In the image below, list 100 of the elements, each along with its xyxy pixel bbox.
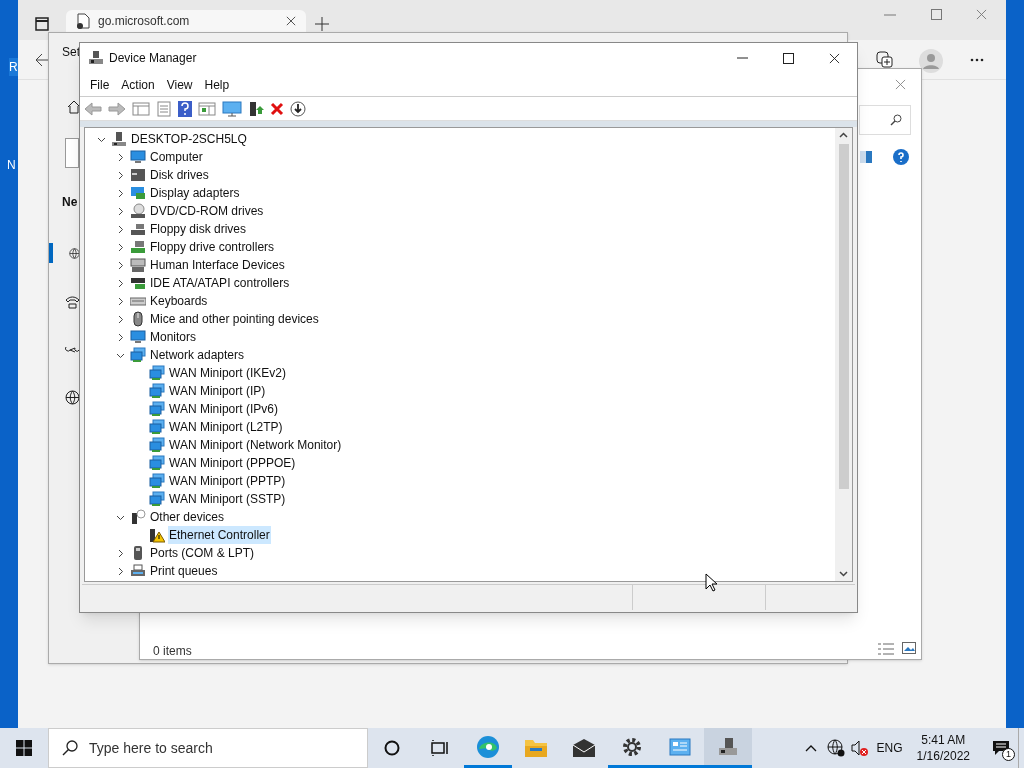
- tree-item[interactable]: DVD/CD-ROM drives: [149, 202, 265, 220]
- tree-item[interactable]: Print queues: [149, 562, 219, 580]
- volume-muted-icon[interactable]: [850, 740, 869, 756]
- search-icon: [62, 740, 78, 756]
- printer-icon: [130, 563, 146, 579]
- tree-item[interactable]: WAN Miniport (IPv6): [168, 400, 279, 418]
- disc-drive-icon: [130, 203, 146, 219]
- browser-tab[interactable]: go.microsoft.com: [66, 10, 306, 32]
- new-tab-icon[interactable]: [315, 17, 329, 31]
- menu-item[interactable]: Action: [115, 75, 161, 94]
- control-panel-icon: [669, 737, 691, 756]
- network-adapter-icon: [149, 455, 165, 471]
- settings-icon: [622, 736, 642, 757]
- home-icon[interactable]: [67, 100, 81, 114]
- help-icon[interactable]: [893, 149, 909, 165]
- help-icon[interactable]: [178, 100, 192, 117]
- window-title: Device Manager: [109, 50, 197, 67]
- tree-item[interactable]: Mice and other pointing devices: [149, 310, 320, 328]
- tree-item[interactable]: Ethernet Controller: [168, 526, 271, 544]
- more-options-icon[interactable]: [970, 58, 984, 62]
- tree-item[interactable]: Keyboards: [149, 292, 209, 310]
- close-tab-icon[interactable]: [286, 16, 296, 26]
- tree-item[interactable]: Floppy disk drives: [149, 220, 248, 238]
- monitor-icon: [130, 149, 146, 165]
- drive-icon: [130, 167, 146, 183]
- tree-item[interactable]: IDE ATA/ATAPI controllers: [149, 274, 291, 292]
- tree-item[interactable]: Floppy drive controllers: [149, 238, 276, 256]
- thumbnail-view-icon[interactable]: [902, 642, 916, 654]
- controller-icon: [130, 239, 146, 255]
- update-driver-icon[interactable]: [248, 100, 264, 117]
- search-field[interactable]: [65, 138, 79, 168]
- start-icon[interactable]: [16, 740, 32, 756]
- cortana-icon[interactable]: [384, 740, 400, 756]
- tree-item[interactable]: WAN Miniport (PPTP): [168, 472, 287, 490]
- input-device-icon: [130, 257, 146, 273]
- page-icon: [76, 13, 90, 29]
- tree-item[interactable]: DESKTOP-2SCH5LQ: [130, 130, 248, 148]
- tree-item[interactable]: Other devices: [149, 508, 226, 526]
- display-adapter-icon: [130, 185, 146, 201]
- tree-item[interactable]: Network adapters: [149, 346, 246, 364]
- tab-title: go.microsoft.com: [98, 13, 191, 30]
- device-manager-icon: [717, 736, 739, 757]
- unknown-device-icon: [130, 509, 146, 525]
- tree-item[interactable]: Computer: [149, 148, 204, 166]
- close-icon[interactable]: [828, 52, 840, 64]
- maximize-icon[interactable]: [782, 52, 794, 64]
- monitor-icon: [130, 329, 146, 345]
- tree-item[interactable]: WAN Miniport (L2TP): [168, 418, 284, 436]
- minimize-icon[interactable]: [736, 57, 748, 59]
- scrollbar-thumb[interactable]: [838, 144, 849, 489]
- notification-center-button[interactable]: 1: [984, 728, 1018, 768]
- tree-item[interactable]: Display adapters: [149, 184, 241, 202]
- menu-item[interactable]: View: [160, 75, 199, 94]
- menu-item[interactable]: Help: [198, 75, 236, 94]
- monitor-icon[interactable]: [222, 100, 242, 117]
- controller-icon: [130, 275, 146, 291]
- action-pane-icon[interactable]: [198, 101, 216, 116]
- tree-item[interactable]: WAN Miniport (IP): [168, 382, 267, 400]
- tree-item[interactable]: Ports (COM & LPT): [149, 544, 255, 562]
- window-title: Set: [62, 44, 80, 61]
- desktop-icon-label: R: [9, 58, 18, 76]
- profile-avatar-icon[interactable]: [919, 49, 943, 73]
- app-icon: [88, 50, 104, 66]
- tab-actions-icon[interactable]: [35, 17, 49, 31]
- mouse-icon: [130, 311, 146, 327]
- menu-item[interactable]: File: [84, 75, 116, 94]
- floppy-drive-icon: [130, 221, 146, 237]
- section-heading: Ne: [62, 194, 78, 211]
- search-icon: [890, 114, 902, 126]
- network-adapter-icon: [149, 473, 165, 489]
- collections-icon[interactable]: [876, 50, 894, 68]
- network-adapter-icon: [130, 347, 146, 363]
- warning-icon: [149, 527, 165, 543]
- network-adapter-icon: [149, 491, 165, 507]
- scrollbar[interactable]: [835, 128, 852, 581]
- tree-item[interactable]: Monitors: [149, 328, 197, 346]
- clock[interactable]: 5:41 AM 1/16/2022: [916, 732, 970, 764]
- clock-date: 1/16/2022: [916, 748, 970, 764]
- tree-item[interactable]: Human Interface Devices: [149, 256, 286, 274]
- download-icon[interactable]: [290, 100, 306, 117]
- pane-icon[interactable]: [860, 151, 872, 163]
- tree-item[interactable]: WAN Miniport (SSTP): [168, 490, 287, 508]
- scroll-down-icon[interactable]: [839, 571, 848, 577]
- show-hidden-icons-icon[interactable]: [804, 744, 817, 752]
- computer-icon: [111, 131, 127, 147]
- task-view-icon[interactable]: [431, 740, 449, 756]
- back-arrow-icon[interactable]: [35, 53, 49, 67]
- tree-item[interactable]: WAN Miniport (PPPOE): [168, 454, 297, 472]
- language-indicator[interactable]: ENG: [876, 739, 903, 757]
- network-adapter-icon: [149, 437, 165, 453]
- scroll-up-icon[interactable]: [839, 132, 848, 138]
- taskbar-app[interactable]: [704, 728, 752, 768]
- tree-item[interactable]: WAN Miniport (IKEv2): [168, 364, 287, 382]
- network-adapter-icon: [149, 383, 165, 399]
- tree-item[interactable]: WAN Miniport (Network Monitor): [168, 436, 343, 454]
- network-globe-icon[interactable]: [826, 739, 845, 757]
- uninstall-icon[interactable]: [270, 101, 284, 116]
- network-adapter-icon: [149, 401, 165, 417]
- tree-item[interactable]: Disk drives: [149, 166, 210, 184]
- search-field[interactable]: Type here to search: [48, 728, 368, 768]
